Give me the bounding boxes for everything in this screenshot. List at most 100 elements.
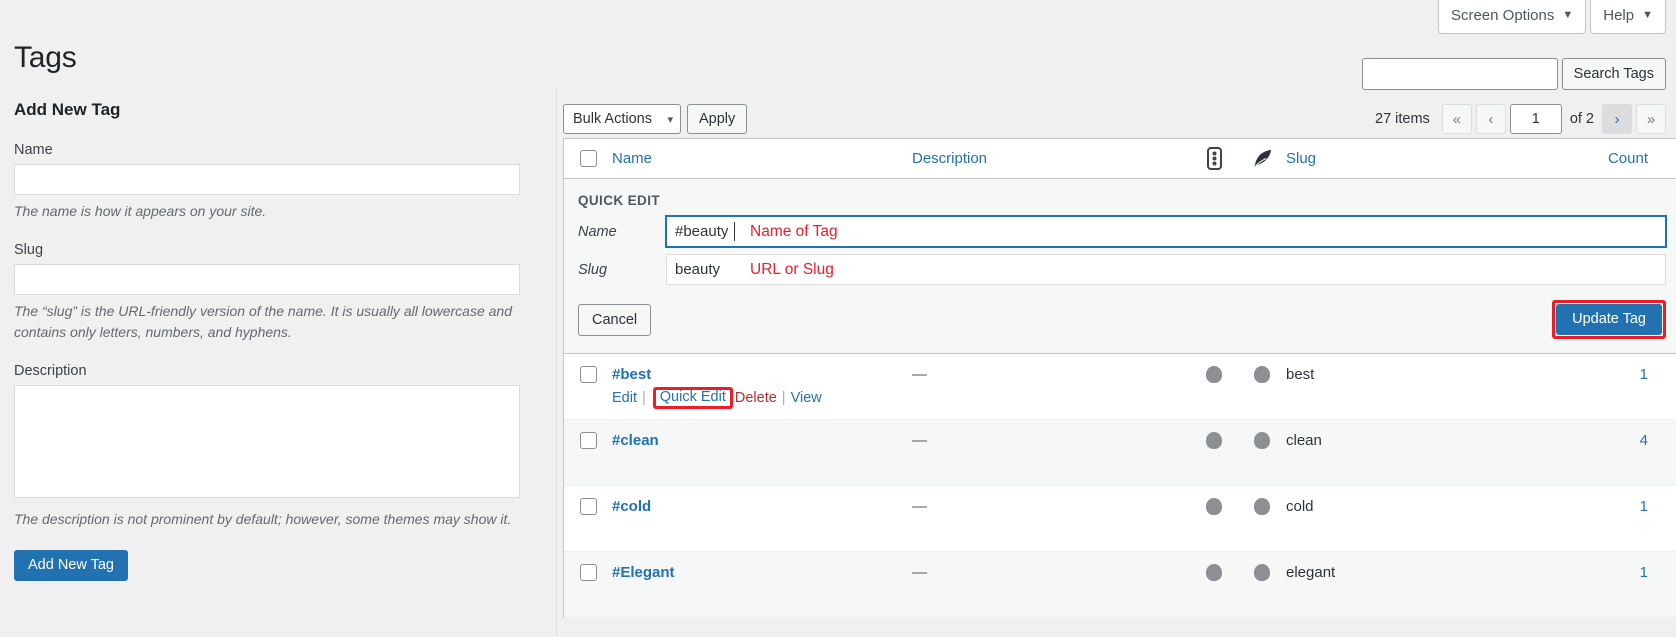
count-link[interactable]: 1 [1640,498,1648,515]
table-navigation-top: Bulk Actions ▾ Apply 27 items « ‹ of 2 ›… [563,100,1676,138]
cancel-button[interactable]: Cancel [578,303,652,336]
tag-name-link[interactable]: #best [612,366,912,383]
status-dot-icon [1254,498,1270,515]
row-checkbox[interactable] [579,432,597,449]
header-cell-count: Count [1566,150,1676,168]
row-description-cell: — [912,432,1190,450]
quick-edit-actions: Cancel Update Tag [564,292,1676,339]
quick-edit-legend: QUICK EDIT [578,193,661,208]
bulk-actions-select[interactable]: Bulk Actions ▾ [563,104,681,134]
header-cell-slug: Slug [1286,150,1566,168]
column-header-name[interactable]: Name [612,150,652,167]
count-link[interactable]: 4 [1640,432,1648,449]
quick-edit-slug-input-wrap: URL or Slug [666,254,1666,285]
row-count-cell: 4 [1566,432,1676,450]
count-link[interactable]: 1 [1640,366,1648,383]
row-icon-2-cell [1238,366,1286,383]
name-field-label: Name [14,142,53,158]
quick-edit-name-input[interactable] [666,216,1666,247]
row-icon-1-cell [1190,432,1238,449]
pagination-controls: 27 items « ‹ of 2 › » [1375,104,1666,134]
slug-value: elegant [1286,564,1336,581]
row-select-cell [564,366,612,383]
last-page-button[interactable]: » [1636,104,1666,134]
description-field-label: Description [14,363,87,379]
quick-edit-slug-label: Slug [578,261,608,278]
screen-options-button[interactable]: Screen Options ▼ [1437,0,1587,34]
row-select-cell [564,564,612,581]
status-dot-icon [1206,498,1222,515]
row-icon-1-cell [1190,366,1238,383]
row-icon-1-cell [1190,564,1238,581]
description-value: — [912,564,927,581]
status-dot-icon [1206,366,1222,383]
tags-list-panel: Bulk Actions ▾ Apply 27 items « ‹ of 2 ›… [563,100,1676,618]
feather-quill-icon [1253,149,1271,168]
table-row: #cold — cold 1 [564,486,1676,552]
search-tags-button[interactable]: Search Tags [1561,58,1666,90]
quick-edit-slug-input[interactable] [666,254,1666,285]
next-page-button[interactable]: › [1602,104,1632,134]
header-cell-icon-1 [1190,147,1238,170]
update-tag-button[interactable]: Update Tag [1556,304,1662,335]
apply-button[interactable]: Apply [687,104,748,134]
edit-link[interactable]: Edit [612,390,637,406]
select-all-checkbox[interactable] [579,150,597,167]
header-cell-name: Name [612,150,912,168]
current-page-input[interactable] [1509,104,1562,134]
tag-name-link[interactable]: #cold [612,498,912,515]
status-dot-icon [1254,432,1270,449]
row-select-cell [564,498,612,515]
quick-edit-link[interactable]: Quick Edit [660,389,726,405]
quick-edit-name-input-wrap: Name of Tag [666,216,1666,247]
tag-slug-input[interactable] [14,264,520,295]
quick-edit-slug-row: Slug URL or Slug [564,254,1676,285]
description-value: — [912,498,927,515]
quick-edit-name-row: Name Name of Tag [564,216,1676,247]
row-checkbox[interactable] [579,564,597,581]
table-row: #best Edit | Quick Edit Delete | View — [564,354,1676,420]
help-label: Help [1603,7,1635,24]
slug-help-text: The “slug” is the URL-friendly version o… [14,303,512,340]
row-checkbox[interactable] [579,498,597,515]
table-row: #clean — clean 4 [564,420,1676,486]
help-button[interactable]: Help ▼ [1590,0,1666,34]
slug-field-label: Slug [14,242,44,258]
status-dot-icon [1206,564,1222,581]
text-cursor-caret [734,222,735,241]
row-checkbox[interactable] [579,366,597,383]
column-header-slug[interactable]: Slug [1286,150,1316,167]
wordpress-tags-admin-screen: Screen Options ▼ Help ▼ Tags Search Tags… [0,0,1676,637]
row-count-cell: 1 [1566,564,1676,582]
tag-description-textarea[interactable] [14,385,520,498]
action-separator: | [781,389,786,406]
column-header-description[interactable]: Description [912,150,987,167]
update-tag-highlight-box: Update Tag [1552,300,1666,339]
chevron-down-icon: ▾ [667,113,673,126]
row-description-cell: — [912,366,1190,384]
action-separator: | [642,389,646,406]
tag-name-input[interactable] [14,164,520,195]
row-description-cell: — [912,564,1190,582]
quick-edit-highlight-box: Quick Edit [652,387,733,409]
table-row: #Elegant — elegant 1 [564,552,1676,618]
screen-meta-bar: Screen Options ▼ Help ▼ [1437,0,1666,34]
add-new-tag-submit-button[interactable]: Add New Tag [14,550,128,581]
count-link[interactable]: 1 [1640,564,1648,581]
chevron-down-icon: ▼ [1562,8,1574,21]
header-cell-icon-2 [1238,147,1286,170]
tags-table: Name Description Slug Count QUICK EDIT N… [563,138,1676,618]
tag-name-link[interactable]: #clean [612,432,912,449]
view-link[interactable]: View [791,390,822,406]
add-new-tag-heading: Add New Tag [14,100,121,119]
search-input[interactable] [1361,58,1558,90]
chevron-down-icon: ▼ [1642,8,1653,21]
slug-value: cold [1286,498,1314,515]
delete-link[interactable]: Delete [735,390,777,406]
column-header-count[interactable]: Count [1608,150,1648,167]
first-page-button[interactable]: « [1441,104,1472,134]
row-count-cell: 1 [1566,366,1676,384]
row-slug-cell: best [1286,366,1566,384]
previous-page-button[interactable]: ‹ [1475,104,1506,134]
tag-name-link[interactable]: #Elegant [612,564,912,581]
